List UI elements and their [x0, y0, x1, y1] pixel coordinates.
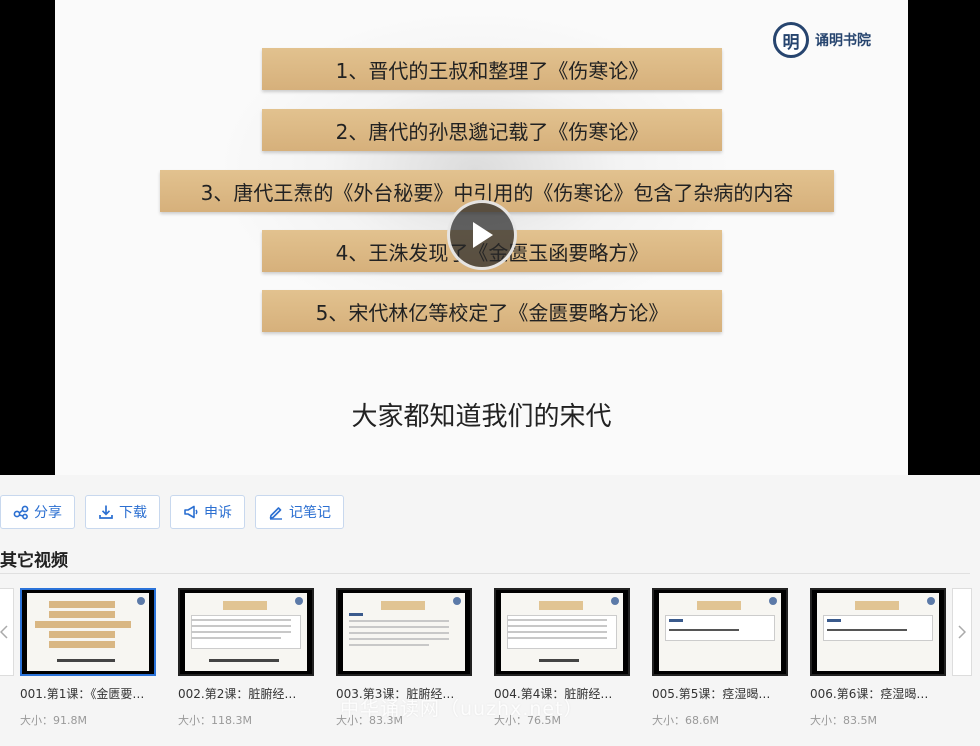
- mini-title: [539, 601, 583, 610]
- megaphone-icon: [184, 505, 198, 519]
- mini-caption: [539, 659, 579, 662]
- share-icon: [13, 505, 29, 520]
- share-button[interactable]: 分享: [0, 495, 75, 529]
- mini-line: [507, 619, 607, 621]
- thumbnail-slide: [817, 593, 939, 671]
- video-thumbnail[interactable]: [20, 588, 156, 676]
- thumbnail-slide: [659, 593, 781, 671]
- download-button[interactable]: 下载: [85, 495, 160, 529]
- mini-line: [349, 620, 449, 622]
- mini-title: [381, 601, 425, 610]
- notes-button[interactable]: 记笔记: [255, 495, 344, 529]
- mini-logo: [769, 597, 777, 605]
- mini-tag: [669, 619, 683, 622]
- carousel-prev-button[interactable]: [0, 588, 14, 676]
- notes-label: 记笔记: [289, 505, 331, 521]
- mini-line: [349, 626, 449, 628]
- report-label: 申诉: [204, 505, 232, 521]
- video-card[interactable]: 002.第2课：脏腑经络先后病脉证 大小：118.3M: [178, 588, 314, 728]
- mini-line: [191, 631, 291, 633]
- mini-line: [191, 619, 291, 621]
- video-card-title[interactable]: 005.第5课：痉湿暍病脉证治: [652, 685, 780, 702]
- mini-bar: [49, 611, 115, 618]
- thumbnail-slide: [185, 593, 307, 671]
- video-card-title[interactable]: 002.第2课：脏腑经络先后病脉证: [178, 685, 306, 702]
- share-label: 分享: [34, 505, 62, 521]
- mini-tag: [827, 619, 841, 622]
- slide-point-2: 2、唐代的孙思邈记载了《伤寒论》: [262, 109, 722, 151]
- chevron-right-icon: [958, 625, 966, 639]
- mini-line: [349, 638, 449, 640]
- mini-logo: [611, 597, 619, 605]
- mini-line: [507, 625, 607, 627]
- mini-bar: [49, 641, 115, 648]
- report-button[interactable]: 申诉: [170, 495, 245, 529]
- video-card-title[interactable]: 001.第1课：《金匮要略》成书过程: [20, 685, 148, 702]
- mini-title: [697, 601, 741, 610]
- watermark-text: 中华诵读网（uuzhx.net）: [340, 698, 584, 720]
- slide-point-5: 5、宋代林亿等校定了《金匮要略方论》: [262, 290, 722, 332]
- mini-logo: [137, 597, 145, 605]
- download-icon: [99, 505, 113, 519]
- mini-line: [507, 631, 607, 633]
- mini-logo: [453, 597, 461, 605]
- video-card-size: 大小：83.5M: [810, 714, 877, 727]
- mini-line: [507, 637, 607, 639]
- mini-line: [669, 629, 739, 631]
- thumbnail-slide: [501, 593, 623, 671]
- play-button[interactable]: [447, 200, 517, 270]
- mini-line: [827, 629, 907, 631]
- mini-bar: [49, 601, 115, 608]
- mini-line: [191, 625, 291, 627]
- video-card[interactable]: 006.第6课：痉湿暍病脉证治 大小：83.5M: [810, 588, 946, 728]
- carousel-next-button[interactable]: [952, 588, 972, 676]
- section-divider: [0, 573, 970, 574]
- slide-logo: 明 诵明书院: [773, 22, 871, 58]
- video-card-size: 大小：118.3M: [178, 714, 252, 727]
- mini-line: [349, 644, 429, 646]
- mini-logo: [295, 597, 303, 605]
- video-card-size: 大小：68.6M: [652, 714, 719, 727]
- thumbnail-slide: [343, 593, 465, 671]
- logo-icon: 明: [773, 22, 809, 58]
- mini-line: [191, 637, 281, 639]
- slide-caption: 大家都知道我们的宋代: [351, 402, 612, 432]
- thumbnail-slide: [27, 593, 149, 671]
- video-thumbnail[interactable]: [810, 588, 946, 676]
- video-thumbnail[interactable]: [652, 588, 788, 676]
- pencil-icon: [269, 507, 282, 520]
- chevron-left-icon: [0, 625, 8, 639]
- mini-title: [855, 601, 899, 610]
- video-card[interactable]: 001.第1课：《金匮要略》成书过程 大小：91.8M: [20, 588, 156, 728]
- mini-bar: [49, 631, 115, 638]
- video-card-size: 大小：91.8M: [20, 714, 87, 727]
- slide-point-1: 1、晋代的王叔和整理了《伤寒论》: [262, 48, 722, 90]
- video-card[interactable]: 005.第5课：痉湿暍病脉证治 大小：68.6M: [652, 588, 788, 728]
- page: 明 诵明书院 1、晋代的王叔和整理了《伤寒论》 2、唐代的孙思邈记载了《伤寒论》…: [0, 0, 980, 746]
- logo-text: 诵明书院: [815, 33, 871, 49]
- download-label: 下载: [119, 505, 147, 521]
- action-bar: 分享 下载 申诉 记笔记: [0, 495, 344, 529]
- video-card-title[interactable]: 006.第6课：痉湿暍病脉证治: [810, 685, 938, 702]
- mini-logo: [927, 597, 935, 605]
- video-player[interactable]: 明 诵明书院 1、晋代的王叔和整理了《伤寒论》 2、唐代的孙思邈记载了《伤寒论》…: [0, 0, 980, 475]
- mini-caption: [209, 659, 279, 662]
- other-videos-title: 其它视频: [0, 551, 68, 571]
- mini-line: [349, 632, 449, 634]
- video-thumbnail[interactable]: [336, 588, 472, 676]
- mini-bar: [35, 621, 131, 628]
- mini-title: [223, 601, 267, 610]
- mini-tag: [349, 613, 363, 616]
- video-thumbnail[interactable]: [494, 588, 630, 676]
- video-thumbnail[interactable]: [178, 588, 314, 676]
- play-icon: [473, 222, 493, 248]
- mini-caption: [57, 659, 115, 662]
